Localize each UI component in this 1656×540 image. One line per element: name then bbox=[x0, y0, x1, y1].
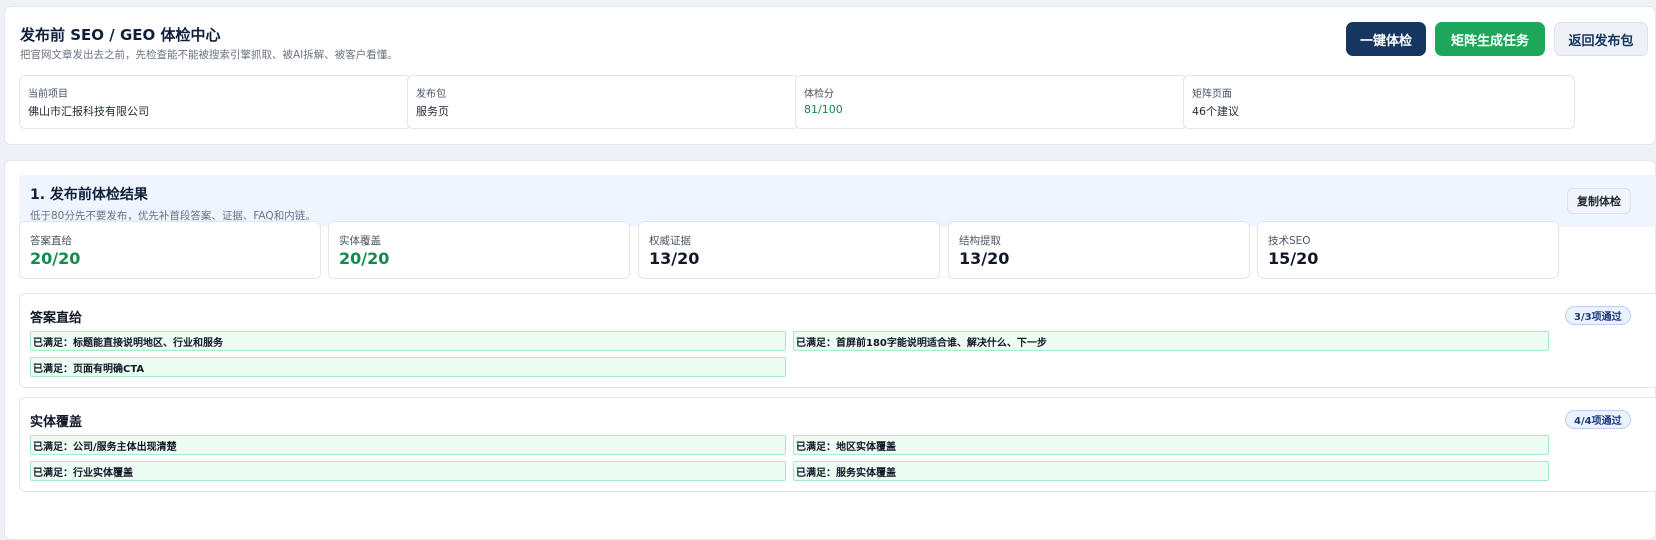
score-value: 20/20 bbox=[30, 249, 81, 268]
info-card-label: 发布包 bbox=[416, 89, 446, 100]
copy-check-button[interactable]: 复制体检 bbox=[1567, 188, 1631, 214]
check-results-panel: 1. 发布前体检结果 低于80分先不要发布，优先补首段答案、证据、FAQ和内链。… bbox=[4, 160, 1656, 540]
score-card-answer: 答案直给 20/20 bbox=[19, 221, 321, 279]
check-item: 已满足：服务实体覆盖 bbox=[793, 461, 1549, 481]
info-card-label: 矩阵页面 bbox=[1192, 89, 1232, 100]
section-title: 1. 发布前体检结果 bbox=[30, 187, 148, 203]
score-value: 13/20 bbox=[649, 249, 700, 268]
info-card-project: 当前项目 佛山市汇报科技有限公司 bbox=[19, 75, 411, 129]
info-card-value: 81/100 bbox=[804, 103, 843, 116]
check-item: 已满足：地区实体覆盖 bbox=[793, 435, 1549, 455]
score-card-structure: 结构提取 13/20 bbox=[948, 221, 1250, 279]
pass-count-badge: 3/3项通过 bbox=[1565, 306, 1631, 325]
group-title: 答案直给 bbox=[30, 311, 83, 326]
score-value: 20/20 bbox=[339, 249, 390, 268]
check-item: 已满足：首屏前180字能说明适合谁、解决什么、下一步 bbox=[793, 331, 1549, 351]
check-item: 已满足：标题能直接说明地区、行业和服务 bbox=[30, 331, 786, 351]
score-label: 技术SEO bbox=[1268, 235, 1311, 247]
info-card-matrix: 矩阵页面 46个建议 bbox=[1183, 75, 1575, 129]
info-card-label: 当前项目 bbox=[28, 89, 68, 100]
check-item: 已满足：行业实体覆盖 bbox=[30, 461, 786, 481]
header-panel: 发布前 SEO / GEO 体检中心 把官网文章发出去之前，先检查能不能被搜索引… bbox=[4, 6, 1656, 145]
score-label: 实体覆盖 bbox=[339, 235, 381, 247]
info-card-package: 发布包 服务页 bbox=[407, 75, 799, 129]
section-header: 1. 发布前体检结果 低于80分先不要发布，优先补首段答案、证据、FAQ和内链。… bbox=[19, 175, 1656, 227]
score-label: 权威证据 bbox=[649, 235, 691, 247]
check-group-entity: 实体覆盖 4/4项通过 已满足：公司/服务主体出现清楚 已满足：地区实体覆盖 已… bbox=[19, 397, 1656, 492]
score-value: 13/20 bbox=[959, 249, 1010, 268]
info-card-value: 佛山市汇报科技有限公司 bbox=[28, 105, 149, 118]
score-value: 15/20 bbox=[1268, 249, 1319, 268]
score-card-tech-seo: 技术SEO 15/20 bbox=[1257, 221, 1559, 279]
back-to-publish-package-button[interactable]: 返回发布包 bbox=[1554, 22, 1648, 56]
page-title: 发布前 SEO / GEO 体检中心 bbox=[20, 26, 221, 44]
score-card-entity: 实体覆盖 20/20 bbox=[328, 221, 630, 279]
pass-count-badge: 4/4项通过 bbox=[1565, 410, 1631, 429]
info-card-value: 46个建议 bbox=[1192, 105, 1239, 118]
generate-matrix-tasks-button[interactable]: 矩阵生成任务 bbox=[1435, 22, 1545, 56]
info-card-score: 体检分 81/100 bbox=[795, 75, 1187, 129]
info-card-label: 体检分 bbox=[804, 89, 834, 100]
score-card-authority: 权威证据 13/20 bbox=[638, 221, 940, 279]
info-card-value: 服务页 bbox=[416, 105, 449, 118]
page-subtitle: 把官网文章发出去之前，先检查能不能被搜索引擎抓取、被AI拆解、被客户看懂。 bbox=[20, 49, 398, 61]
group-title: 实体覆盖 bbox=[30, 415, 83, 430]
one-click-check-button[interactable]: 一键体检 bbox=[1346, 22, 1426, 56]
score-label: 结构提取 bbox=[959, 235, 1001, 247]
check-item: 已满足：页面有明确CTA bbox=[30, 357, 786, 377]
check-item: 已满足：公司/服务主体出现清楚 bbox=[30, 435, 786, 455]
score-label: 答案直给 bbox=[30, 235, 72, 247]
check-group-answer: 答案直给 3/3项通过 已满足：标题能直接说明地区、行业和服务 已满足：首屏前1… bbox=[19, 293, 1656, 388]
